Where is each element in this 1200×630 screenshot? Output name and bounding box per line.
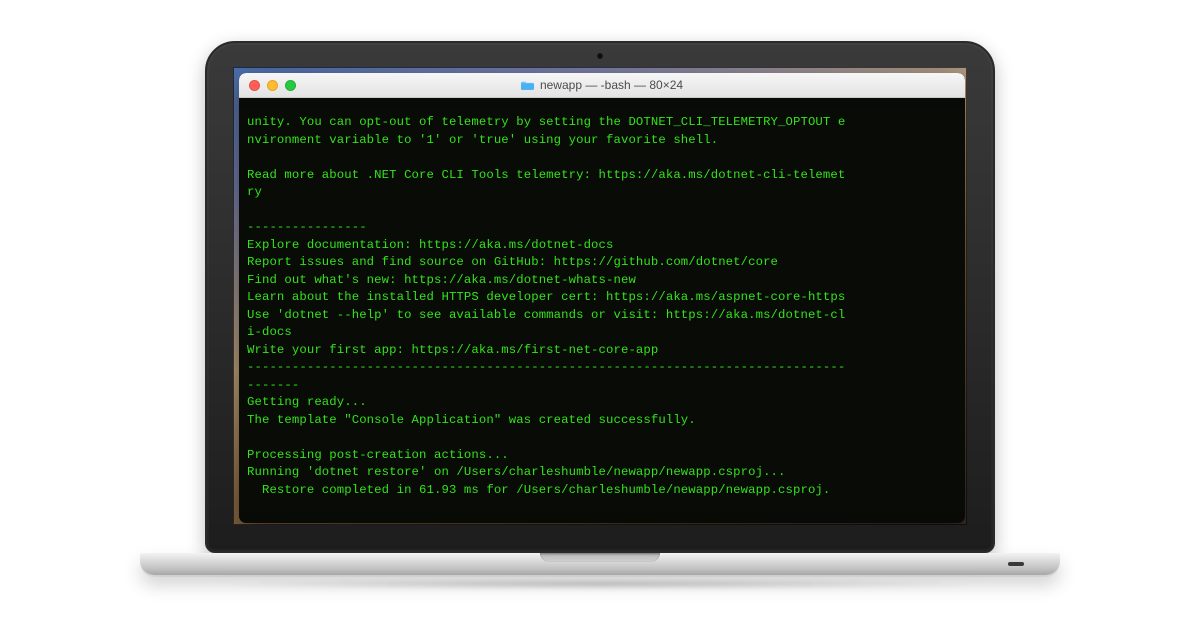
close-button[interactable] <box>249 80 260 91</box>
minimize-button[interactable] <box>267 80 278 91</box>
traffic-lights <box>239 80 296 91</box>
terminal-window[interactable]: newapp — -bash — 80×24 unity. You can op… <box>239 73 965 523</box>
window-title-text: newapp — -bash — 80×24 <box>540 78 683 92</box>
laptop-notch <box>540 553 660 562</box>
laptop-screen: newapp — -bash — 80×24 unity. You can op… <box>233 67 967 525</box>
zoom-button[interactable] <box>285 80 296 91</box>
folder-icon <box>521 80 534 90</box>
laptop-frame: newapp — -bash — 80×24 unity. You can op… <box>205 41 995 589</box>
titlebar[interactable]: newapp — -bash — 80×24 <box>239 73 965 98</box>
terminal-output[interactable]: unity. You can opt-out of telemetry by s… <box>239 110 965 510</box>
camera-dot <box>597 53 603 59</box>
laptop-bezel: newapp — -bash — 80×24 unity. You can op… <box>205 41 995 553</box>
laptop-shadow <box>220 579 980 589</box>
window-title: newapp — -bash — 80×24 <box>239 78 965 92</box>
laptop-port <box>1008 562 1024 566</box>
laptop-base <box>140 553 1060 575</box>
